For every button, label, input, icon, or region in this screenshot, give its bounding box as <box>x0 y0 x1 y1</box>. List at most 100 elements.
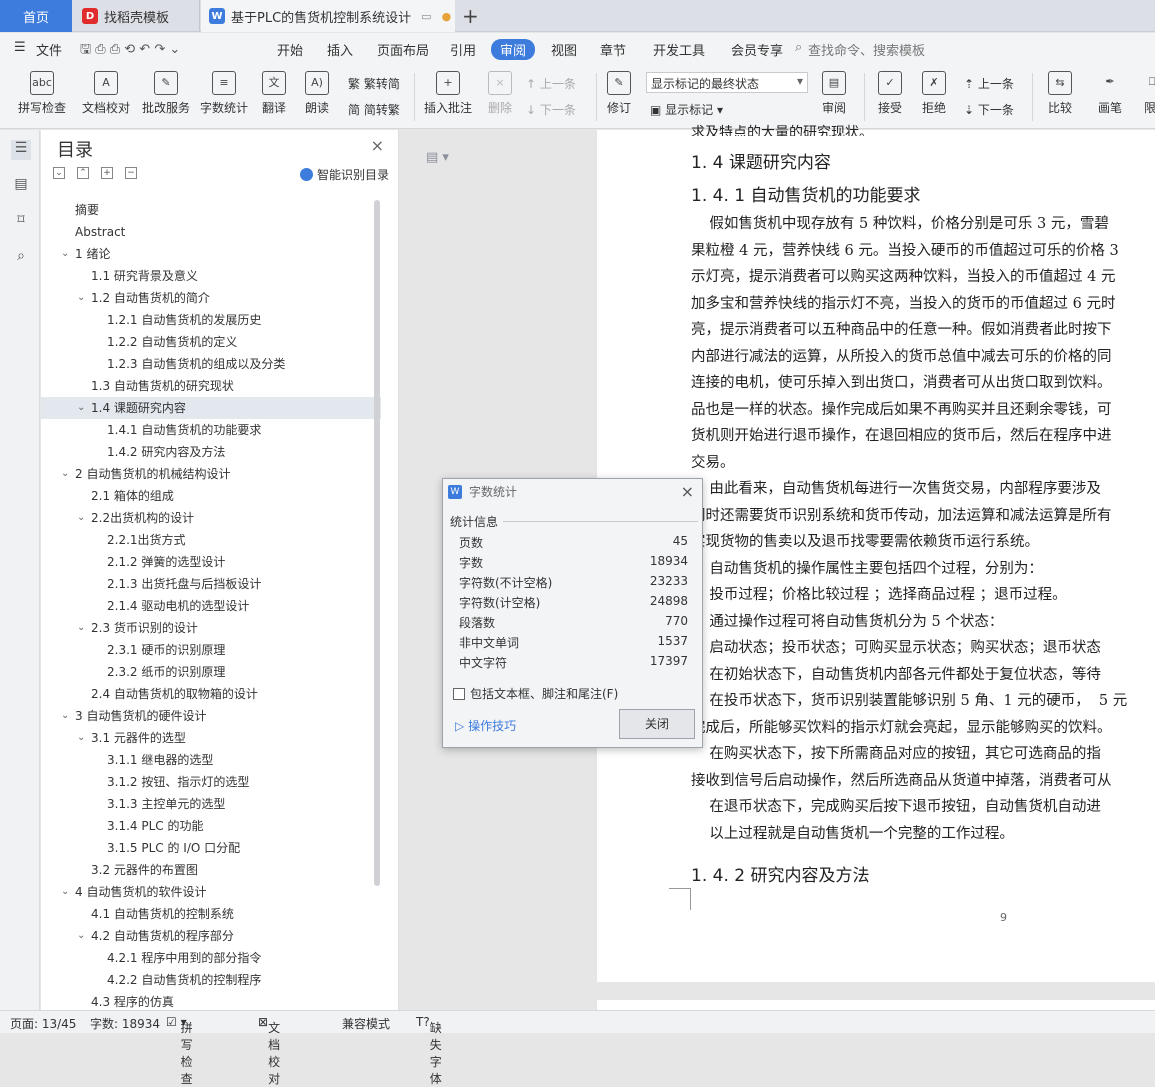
toc-item[interactable]: ⌄ 3.1 元器件的选型 <box>41 727 381 749</box>
toc-item[interactable]: ⌄ 1 绪论 <box>41 243 381 265</box>
toc-item[interactable]: ⌄ 2.3 货币识别的设计 <box>41 617 381 639</box>
insert-comment-button[interactable]: + 插入批注 <box>422 71 474 116</box>
search-icon[interactable]: ⌕ <box>11 248 31 268</box>
menu-devtools[interactable]: 开发工具 <box>653 40 705 59</box>
trad-to-simp-button[interactable]: 繁 繁转简 <box>348 75 400 92</box>
page-indicator[interactable]: 页面: 13/45 <box>10 1015 76 1032</box>
doc-check-button[interactable]: A 文档校对 <box>80 71 132 116</box>
toc-item[interactable]: 1.4.1 自动售货机的功能要求 <box>41 419 381 441</box>
spell-check-status[interactable]: ☑ 拼写检查 ▾ <box>166 1015 193 1086</box>
tab-home[interactable]: 首页 <box>0 0 72 32</box>
doc-check-status[interactable]: ⊠ 文档校对 <box>258 1015 280 1086</box>
chevron-down-icon[interactable]: ⌄ <box>61 881 69 903</box>
expand-icon[interactable]: ⌃ <box>77 167 89 179</box>
missing-font-button[interactable]: T? 缺失字体 <box>416 1015 442 1086</box>
search-icon[interactable]: ⌕ <box>795 40 802 55</box>
show-markup-button[interactable]: ▣ 显示标记 ▾ <box>650 101 723 118</box>
reject-button[interactable]: ✗ 拒绝 <box>914 71 954 116</box>
toc-item[interactable]: ⌄ 4 自动售货机的软件设计 <box>41 881 381 903</box>
menu-section[interactable]: 章节 <box>600 40 626 59</box>
restrict-button[interactable]: ⎕ 限 <box>1140 71 1155 116</box>
toc-item[interactable]: 2.3.2 纸币的识别原理 <box>41 661 381 683</box>
menu-layout[interactable]: 页面布局 <box>377 40 429 59</box>
chevron-down-icon[interactable]: ⌄ <box>77 287 85 309</box>
toc-item[interactable]: 2.4 自动售货机的取物箱的设计 <box>41 683 381 705</box>
collapse-all-icon[interactable]: ⌄ <box>53 167 65 179</box>
monitor-icon[interactable]: ▭ <box>421 10 431 23</box>
toc-item[interactable]: ⌄ 2.2出货机构的设计 <box>41 507 381 529</box>
toc-item[interactable]: 3.1.4 PLC 的功能 <box>41 815 381 837</box>
toc-item[interactable]: 3.2 元器件的布置图 <box>41 859 381 881</box>
toc-item[interactable]: 2.1.4 驱动电机的选型设计 <box>41 595 381 617</box>
add-icon[interactable]: + <box>101 167 113 179</box>
simp-to-trad-button[interactable]: 简 简转繁 <box>348 101 400 118</box>
chevron-down-icon[interactable]: ⌄ <box>77 617 85 639</box>
read-aloud-button[interactable]: A) 朗读 <box>300 71 334 116</box>
word-count-button[interactable]: ≡ 字数统计 <box>198 71 250 116</box>
chapter-icon[interactable]: ▤ <box>11 176 31 196</box>
compare-button[interactable]: ⇆ 比较 <box>1040 71 1080 116</box>
toc-item[interactable]: 摘要 <box>41 199 381 221</box>
command-search[interactable]: 查找命令、搜索模板 <box>808 40 925 59</box>
revise-button[interactable]: ✎ 修订 <box>600 71 638 116</box>
toc-item[interactable]: ⌄ 1.4 课题研究内容 <box>41 397 381 419</box>
spell-check-button[interactable]: abc 拼写检查 <box>12 71 72 116</box>
toc-item[interactable]: 4.1 自动售货机的控制系统 <box>41 903 381 925</box>
toc-item[interactable]: 1.3 自动售货机的研究现状 <box>41 375 381 397</box>
toc-item[interactable]: 4.2.1 程序中用到的部分指令 <box>41 947 381 969</box>
toc-item[interactable]: 2.1 箱体的组成 <box>41 485 381 507</box>
remove-icon[interactable]: − <box>125 167 137 179</box>
chevron-down-icon[interactable]: ⌄ <box>77 925 85 947</box>
toc-item[interactable]: 1.1 研究背景及意义 <box>41 265 381 287</box>
toc-item[interactable]: 1.4.2 研究内容及方法 <box>41 441 381 463</box>
word-count-indicator[interactable]: 字数: 18934 <box>90 1015 160 1032</box>
menu-file[interactable]: 文件 <box>36 40 62 59</box>
menu-reference[interactable]: 引用 <box>450 40 476 59</box>
translate-button[interactable]: 文翻译 <box>256 71 292 116</box>
toc-item[interactable]: 2.2.1出货方式 <box>41 529 381 551</box>
tab-template[interactable]: D 找稻壳模板 <box>74 0 200 32</box>
close-button[interactable]: 关闭 <box>619 709 695 739</box>
toc-scrollbar[interactable] <box>374 200 380 886</box>
toc-item[interactable]: 3.1.1 继电器的选型 <box>41 749 381 771</box>
toc-item[interactable]: 3.1.2 按钮、指示灯的选型 <box>41 771 381 793</box>
include-textbox-checkbox[interactable]: 包括文本框、脚注和尾注(F) <box>453 685 618 702</box>
toc-item[interactable]: 4.2.2 自动售货机的控制程序 <box>41 969 381 991</box>
batch-service-button[interactable]: ✎ 批改服务 <box>140 71 192 116</box>
chevron-down-icon[interactable]: ⌄ <box>61 243 69 265</box>
toc-item[interactable]: ⌄ 3 自动售货机的硬件设计 <box>41 705 381 727</box>
toc-item[interactable]: 2.3.1 硬币的识别原理 <box>41 639 381 661</box>
menu-insert[interactable]: 插入 <box>327 40 353 59</box>
accept-button[interactable]: ✓ 接受 <box>870 71 910 116</box>
toc-item[interactable]: 3.1.5 PLC 的 I/O 口分配 <box>41 837 381 859</box>
tab-document[interactable]: W 基于PLC的售货机控制系统设计 ▭ ● <box>201 0 455 32</box>
tips-link[interactable]: ▷ 操作技巧 <box>455 717 516 734</box>
quick-access-icons[interactable]: 🖫 ⎙ ⎙ ⟲ ↶ ↷ ⌄ <box>80 40 180 62</box>
menu-view[interactable]: 视图 <box>551 40 577 59</box>
pen-button[interactable]: ✒ 画笔 <box>1092 71 1128 116</box>
chevron-down-icon[interactable]: ⌄ <box>77 727 85 749</box>
hamburger-icon[interactable]: ☰ <box>14 40 26 55</box>
next-change-button[interactable]: ⇣ 下一条 <box>964 101 1014 118</box>
toc-item[interactable]: 2.1.3 出货托盘与后挡板设计 <box>41 573 381 595</box>
menu-member[interactable]: 会员专享 <box>731 40 783 59</box>
toc-icon[interactable]: ☰ <box>11 140 31 160</box>
close-icon[interactable]: × <box>681 479 694 505</box>
toc-item[interactable]: 2.1.2 弹簧的选型设计 <box>41 551 381 573</box>
bookmark-icon[interactable]: ⌑ <box>11 212 31 232</box>
menu-start[interactable]: 开始 <box>277 40 303 59</box>
toc-item[interactable]: 1.2.2 自动售货机的定义 <box>41 331 381 353</box>
toc-item[interactable]: 3.1.3 主控单元的选型 <box>41 793 381 815</box>
chevron-down-icon[interactable]: ⌄ <box>77 397 85 419</box>
toc-item[interactable]: 1.2.3 自动售货机的组成以及分类 <box>41 353 381 375</box>
doc-nav-icon[interactable]: ▤ ▾ <box>426 150 449 165</box>
chevron-down-icon[interactable]: ⌄ <box>77 507 85 529</box>
new-tab-icon[interactable]: + <box>462 4 479 28</box>
toc-item[interactable]: 1.2.1 自动售货机的发展历史 <box>41 309 381 331</box>
smart-toc-button[interactable]: 智能识别目录 <box>299 166 389 183</box>
markup-state-select[interactable]: 显示标记的最终状态 ▾ <box>646 72 808 93</box>
review-button[interactable]: ▤ 审阅 <box>814 71 854 116</box>
chevron-down-icon[interactable]: ⌄ <box>61 463 69 485</box>
toc-item[interactable]: ⌄ 2 自动售货机的机械结构设计 <box>41 463 381 485</box>
chevron-down-icon[interactable]: ⌄ <box>61 705 69 727</box>
